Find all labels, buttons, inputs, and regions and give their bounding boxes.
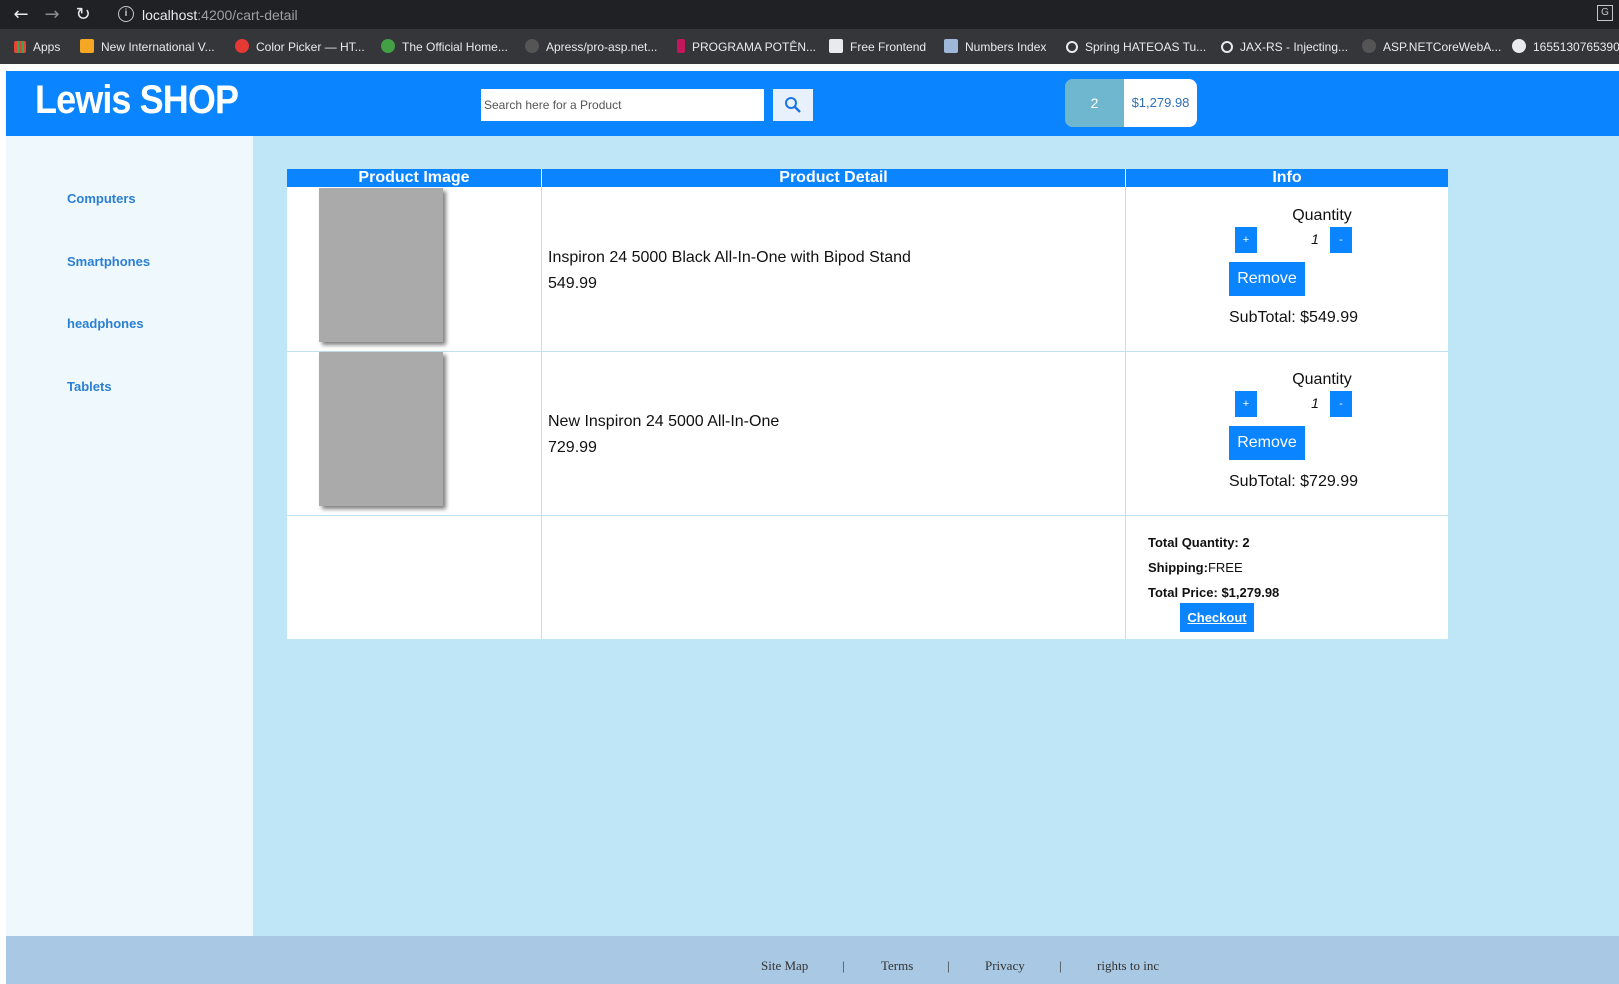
increase-quantity-button[interactable]: + <box>1235 391 1257 417</box>
cart-table: Product Image Product Detail Info Inspir… <box>287 169 1448 639</box>
bookmark-favicon-icon <box>829 39 843 53</box>
bookmark-label: Spring HATEOAS Tu... <box>1085 40 1207 54</box>
column-header-image: Product Image <box>287 169 541 187</box>
row-divider <box>287 515 1448 516</box>
shipping-info: Shipping:FREE <box>1148 560 1243 575</box>
quantity-label: Quantity <box>1292 207 1352 224</box>
bookmarks-bar: Apps New International V... Color Picker… <box>0 29 1619 64</box>
reload-icon[interactable]: ↻ <box>72 4 94 26</box>
remove-button[interactable]: Remove <box>1229 426 1305 460</box>
product-name: Inspiron 24 5000 Black All-In-One with B… <box>548 249 911 266</box>
bookmark-label: ASP.NETCoreWebA... <box>1383 40 1502 54</box>
shop-logo[interactable]: Lewis SHOP <box>35 78 239 123</box>
product-image <box>319 188 443 342</box>
item-subtotal: SubTotal: $729.99 <box>1229 473 1358 490</box>
increase-quantity-button[interactable]: + <box>1235 227 1257 253</box>
sidebar-item-smartphones[interactable]: Smartphones <box>67 254 150 269</box>
bookmark-favicon-icon <box>1066 41 1078 53</box>
app-page: Lewis SHOP 2 $1,279.98 Computers Smartph… <box>6 71 1619 984</box>
bookmark-favicon-icon <box>235 39 249 53</box>
footer-link-privacy[interactable]: Privacy <box>985 958 1025 974</box>
column-divider <box>1125 187 1126 639</box>
bookmark-label: Apress/pro-asp.net... <box>546 40 658 54</box>
url-text[interactable]: localhost:4200/cart-detail <box>142 7 298 23</box>
bookmark-label: New International V... <box>101 40 215 54</box>
footer-link-terms[interactable]: Terms <box>881 958 913 974</box>
url-host: localhost <box>142 7 198 23</box>
browser-toolbar: ← → ↻ i localhost:4200/cart-detail G <box>0 0 1619 29</box>
bookmark-item[interactable]: ASP.NETCoreWebA... <box>1362 38 1501 56</box>
bookmark-label: Apps <box>33 40 61 54</box>
footer-rights-text: rights to inc <box>1097 958 1160 973</box>
cart-count-badge: 2 <box>1065 79 1124 127</box>
decrease-quantity-button[interactable]: - <box>1330 227 1352 253</box>
bookmark-favicon-icon <box>944 39 958 53</box>
cart-summary[interactable]: 2 $1,279.98 <box>1065 79 1197 127</box>
item-subtotal: SubTotal: $549.99 <box>1229 309 1358 326</box>
bookmark-label: Color Picker — HT... <box>256 40 365 54</box>
sidebar-item-computers[interactable]: Computers <box>67 191 136 206</box>
translate-icon[interactable]: G <box>1597 5 1613 21</box>
bookmark-label: PROGRAMA POTÊN... <box>692 40 817 54</box>
product-image <box>319 352 443 506</box>
footer-link-sitemap[interactable]: Site Map <box>761 958 808 974</box>
bookmark-label: 1655130765390 <box>1533 40 1619 54</box>
sidebar-item-headphones[interactable]: headphones <box>67 316 144 331</box>
bookmark-item[interactable]: New International V... <box>80 38 215 56</box>
total-price: Total Price: $1,279.98 <box>1148 585 1280 600</box>
footer-separator: | <box>842 958 845 973</box>
bookmark-item[interactable]: PROGRAMA POTÊN... <box>677 38 816 56</box>
shop-header: Lewis SHOP 2 $1,279.98 <box>6 71 1619 136</box>
forward-arrow-icon[interactable]: → <box>41 4 63 26</box>
footer-separator: | <box>947 958 950 973</box>
bookmark-label: The Official Home... <box>402 40 508 54</box>
bookmark-item[interactable]: Numbers Index <box>944 38 1046 56</box>
globe-icon <box>1512 39 1526 53</box>
remove-button[interactable]: Remove <box>1229 262 1305 296</box>
bookmark-label: Numbers Index <box>965 40 1047 54</box>
bookmark-item[interactable]: Free Frontend <box>829 38 926 56</box>
product-price: 729.99 <box>548 439 597 456</box>
github-icon <box>525 39 539 53</box>
url-path: :4200/cart-detail <box>197 7 298 23</box>
footer-separator: | <box>1059 958 1062 973</box>
back-arrow-icon[interactable]: ← <box>10 4 32 26</box>
sidebar-item-tablets[interactable]: Tablets <box>67 379 112 394</box>
site-info-icon[interactable]: i <box>118 6 134 22</box>
checkout-button[interactable]: Checkout <box>1180 603 1254 632</box>
bookmark-item[interactable]: Spring HATEOAS Tu... <box>1066 38 1206 56</box>
search-icon <box>785 97 801 113</box>
bookmark-label: Free Frontend <box>850 40 927 54</box>
apps-grid-icon <box>14 41 26 53</box>
page-footer: Site Map | Terms | Privacy | rights to i… <box>6 936 1619 984</box>
search-input[interactable] <box>481 89 764 121</box>
search-button[interactable] <box>773 89 813 121</box>
address-bar[interactable]: i localhost:4200/cart-detail <box>108 3 1588 27</box>
column-header-detail: Product Detail <box>542 169 1125 187</box>
column-divider <box>541 187 542 639</box>
quantity-label: Quantity <box>1292 371 1352 388</box>
bookmark-favicon-icon <box>80 39 94 53</box>
row-divider <box>287 351 1448 352</box>
column-header-info: Info <box>1126 169 1448 187</box>
bookmark-favicon-icon <box>381 39 395 53</box>
bookmark-favicon-icon <box>1221 41 1233 53</box>
github-icon <box>1362 39 1376 53</box>
quantity-value: 1 <box>1311 231 1319 247</box>
product-price: 549.99 <box>548 275 597 292</box>
bookmark-label: JAX-RS - Injecting... <box>1240 40 1349 54</box>
bookmark-item[interactable]: 1655130765390 <box>1512 38 1619 56</box>
category-sidebar: Computers Smartphones headphones Tablets <box>6 136 253 936</box>
decrease-quantity-button[interactable]: - <box>1330 391 1352 417</box>
bookmark-item[interactable]: The Official Home... <box>381 38 508 56</box>
bookmark-apps[interactable]: Apps <box>14 38 60 56</box>
bookmark-item[interactable]: Color Picker — HT... <box>235 38 365 56</box>
bookmark-item[interactable]: JAX-RS - Injecting... <box>1221 38 1348 56</box>
total-quantity: Total Quantity: 2 <box>1148 535 1250 550</box>
quantity-value: 1 <box>1311 395 1319 411</box>
product-name: New Inspiron 24 5000 All-In-One <box>548 413 780 430</box>
bookmark-favicon-icon <box>677 39 685 53</box>
bookmark-item[interactable]: Apress/pro-asp.net... <box>525 38 657 56</box>
cart-total-amount: $1,279.98 <box>1131 95 1190 110</box>
